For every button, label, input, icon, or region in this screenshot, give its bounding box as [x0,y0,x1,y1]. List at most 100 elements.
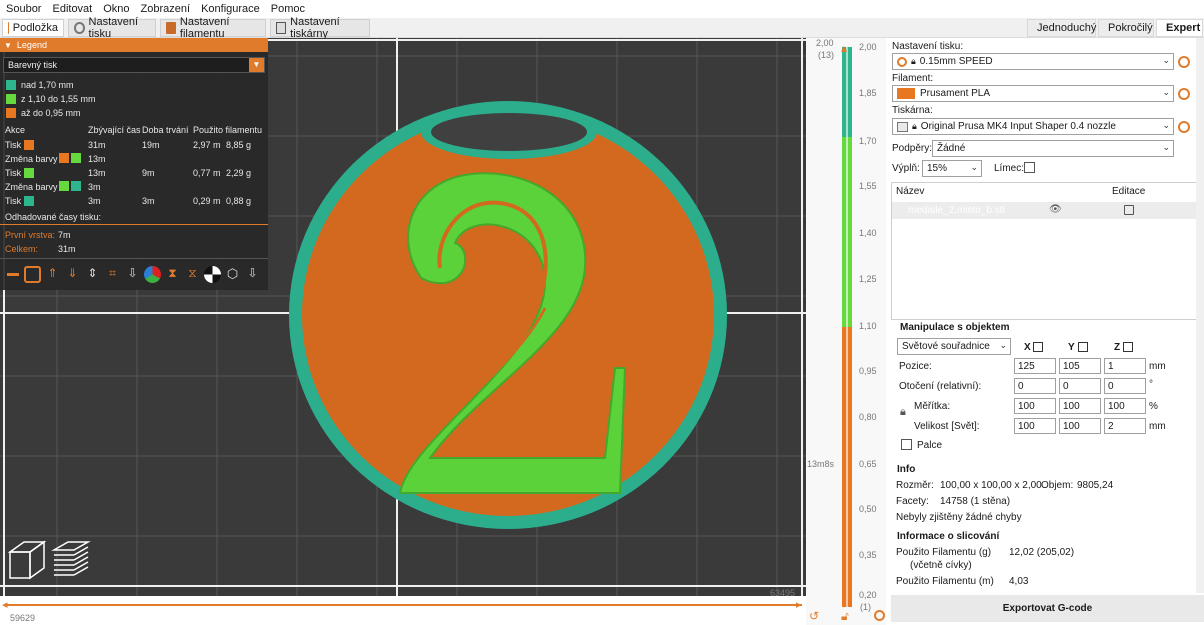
vertical-layers-slider[interactable]: 2,00 (13) ▴ 13m8s 2,00 1,85 1,70 1,55 1,… [806,38,886,625]
sidebar-scrollbar[interactable] [1196,38,1204,593]
tool-marker-icon[interactable]: ⬡ [224,266,241,283]
h-slider-right-arrow-icon[interactable]: ▸ [796,598,802,611]
tab-printer-settings-label: Nastavení tiskárny [290,16,340,40]
used-g-label: Použito Filamentu (g) [896,547,992,558]
color-swatch [24,168,34,178]
tool-changes-icon[interactable]: ⌗ [104,266,121,283]
legend-header[interactable]: ▼ Legend [0,38,268,52]
menu-help[interactable]: Pomoc [271,3,305,15]
travel-icon[interactable] [4,266,21,283]
position-y-input[interactable]: 105 [1059,358,1101,374]
object-list[interactable]: Název Editace medaile_2.misto_b.stl 👁︎ [891,182,1203,320]
lock-icon: 🔒︎ [912,121,917,131]
scale-z-input[interactable]: 100 [1104,398,1146,414]
menu-edit[interactable]: Editovat [52,3,92,15]
row-length: 0,29 m [193,196,221,206]
layer-tick: 0,95 [859,366,877,376]
preview-layers-icon[interactable] [48,538,92,582]
export-gcode-button[interactable]: Exportovat G-code [891,595,1204,622]
row-action: Změna barvy [5,154,58,164]
brim-label: Límec: [994,163,1025,174]
h-slider-left-arrow-icon[interactable]: ◂ [2,598,8,611]
edit-filament-gear-icon[interactable] [1178,88,1190,100]
drop-to-axis-icon[interactable] [1123,342,1133,352]
menu-configuration[interactable]: Konfigurace [201,3,260,15]
wipe-icon[interactable] [24,266,41,283]
edit-preset-gear-icon[interactable] [1178,56,1190,68]
settings-cog-icon[interactable] [874,610,885,621]
tab-plater[interactable]: Podložka [2,19,64,37]
mode-expert[interactable]: Expert [1156,19,1203,37]
position-unit: mm [1149,361,1166,372]
edit-settings-icon[interactable] [1124,205,1134,215]
supports-combo[interactable]: Žádné ⌄ [932,140,1174,157]
lock-icon[interactable]: 🔒︎ [900,406,906,419]
export-toolpaths-icon[interactable]: ⇩ [244,266,261,283]
coordinate-system-combo[interactable]: Světové souřadnice ⌄ [897,338,1011,355]
scale-unit: % [1149,401,1158,412]
size-x-input[interactable]: 100 [1014,418,1056,434]
tab-print-settings[interactable]: Nastavení tisku [68,16,156,40]
color-swatch [6,94,16,104]
menu-window[interactable]: Okno [103,3,129,15]
center-of-gravity-icon[interactable]: ⧖ [184,266,201,283]
col-action: Akce [5,125,26,135]
mode-advanced[interactable]: Pokročilý [1098,19,1154,37]
filament-color-swatch[interactable] [897,88,915,99]
menu-view[interactable]: Zobrazení [141,3,191,15]
row-remaining: 31m [88,140,106,150]
mode-advanced-label: Pokročilý [1108,22,1153,34]
brim-checkbox[interactable] [1024,162,1035,173]
color-changes-icon[interactable]: ⇩ [124,266,141,283]
filament-combo[interactable]: Prusament PLA ⌄ [892,85,1174,102]
first-layer-label: První vrstva: [5,230,56,240]
rotation-z-input[interactable]: 0 [1104,378,1146,394]
rotation-x-input[interactable]: 0 [1014,378,1056,394]
scale-y-input[interactable]: 100 [1059,398,1101,414]
3d-view-icon[interactable] [4,538,48,582]
size-z-input[interactable]: 2 [1104,418,1146,434]
deretractions-icon[interactable]: ⇓ [64,266,81,283]
infill-combo[interactable]: 15% ⌄ [922,160,982,177]
drop-to-axis-icon[interactable] [1033,342,1043,352]
scale-x-input[interactable]: 100 [1014,398,1056,414]
printer-combo[interactable]: 🔒︎ Original Prusa MK4 Input Shaper 0.4 n… [892,118,1174,135]
tab-printer-settings[interactable]: Nastavení tiskárny [270,16,370,40]
top-handle-icon[interactable]: ▴ [841,41,847,55]
used-g-value: 12,02 (205,02) [1009,547,1075,558]
mode-simple[interactable]: Jednoduchý [1027,19,1096,37]
infill-value: 15% [927,163,948,174]
layer-tick: 1,55 [859,181,877,191]
print-settings-combo[interactable]: 🔒︎ 0.15mm SPEED ⌄ [892,53,1174,70]
tab-filament-settings[interactable]: Nastavení filamentu [160,16,266,40]
h-slider-track [6,604,802,606]
size-y-input[interactable]: 100 [1059,418,1101,434]
rotation-unit: ° [1149,379,1153,390]
shells-icon[interactable] [204,266,221,283]
custom-gcodes-icon[interactable]: ⧗ [164,266,181,283]
menu-file[interactable]: Soubor [6,3,41,15]
position-z-input[interactable]: 1 [1104,358,1146,374]
lock-icon[interactable]: 🔓︎ [841,609,849,624]
undo-arrow-icon[interactable]: ↺ [809,609,819,623]
chevron-down-icon: ⌄ [1162,142,1170,152]
pause-prints-icon[interactable] [144,266,161,283]
printer-icon [897,121,908,132]
row-remaining: 3m [88,182,101,192]
object-row[interactable]: medaile_2.misto_b.stl 👁︎ [892,202,1202,219]
seams-icon[interactable]: ⇕ [84,266,101,283]
mode-expert-label: Expert [1166,22,1201,34]
edit-printer-gear-icon[interactable] [1178,121,1190,133]
position-x-input[interactable]: 125 [1014,358,1056,374]
col-filament: Použito filamentu [193,125,263,135]
retractions-icon[interactable]: ⇑ [44,266,61,283]
supports-label: Podpěry: [892,143,933,154]
view-type-dropdown[interactable]: Barevný tisk ▼ [3,57,265,73]
3d-viewport[interactable]: ▼ Legend Barevný tisk ▼ nad 1,70 mm z 1,… [0,38,806,596]
row-duration: 9m [142,168,155,178]
inches-checkbox[interactable] [901,439,912,450]
eye-icon[interactable]: 👁︎ [1049,204,1062,215]
drop-to-axis-icon[interactable] [1078,342,1088,352]
rotation-y-input[interactable]: 0 [1059,378,1101,394]
horizontal-moves-slider[interactable]: 63495 ◂ ▸ 59629 [0,588,806,625]
